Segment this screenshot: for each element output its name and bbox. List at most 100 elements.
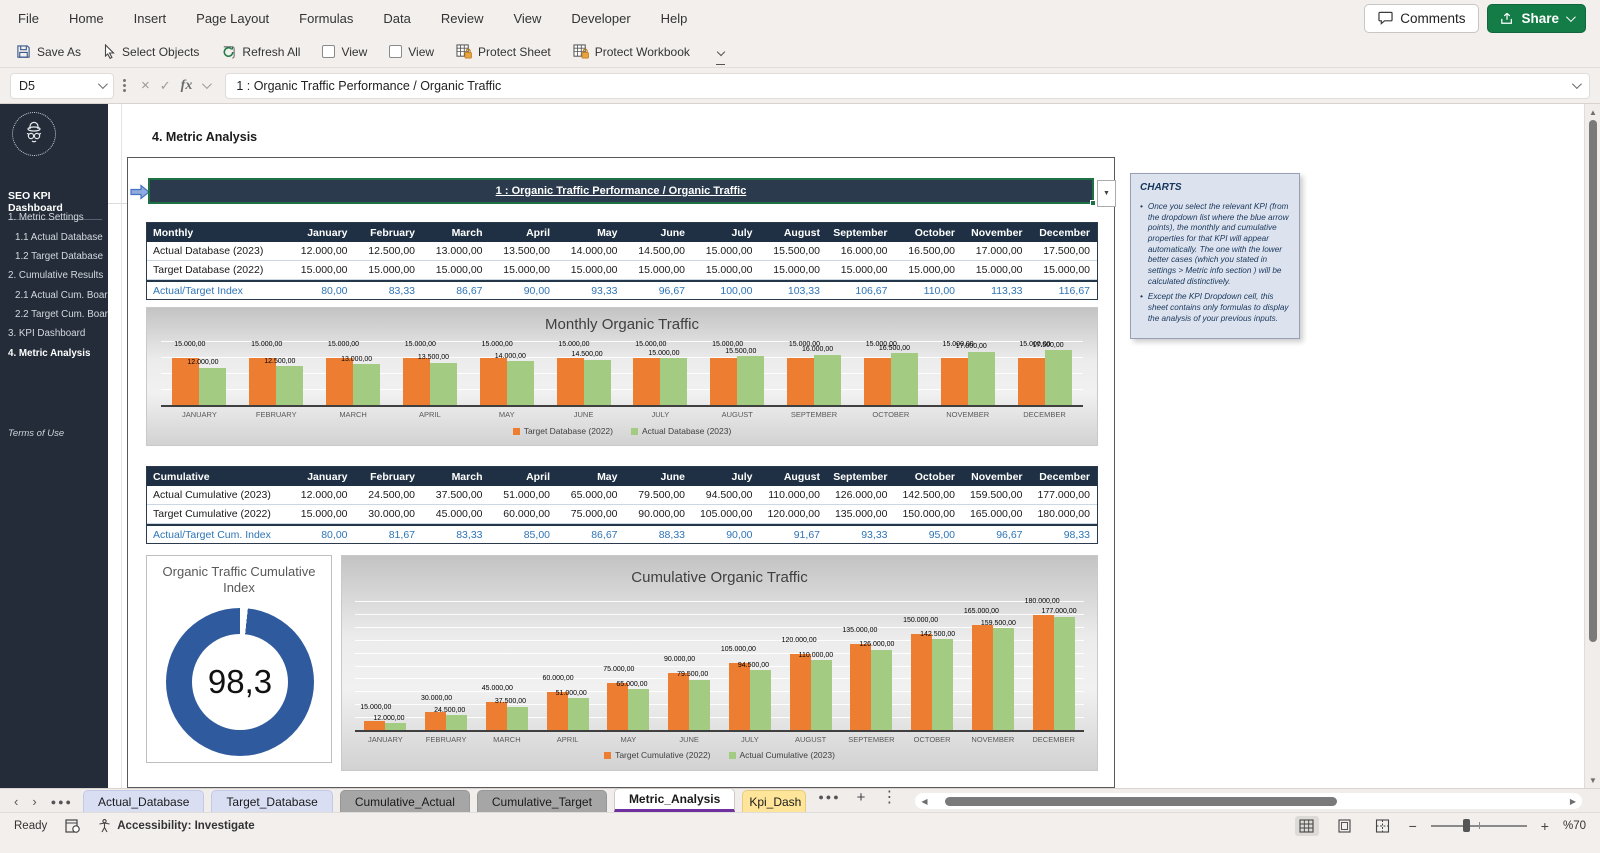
fx-chevron-icon[interactable] [202, 79, 213, 90]
value-cell[interactable]: 90.000,00 [625, 508, 693, 520]
value-cell[interactable]: 65.000,00 [557, 489, 625, 501]
value-cell[interactable]: 80,00 [287, 285, 355, 297]
value-cell[interactable]: 15.000,00 [287, 264, 355, 276]
zoom-slider-thumb[interactable] [1462, 819, 1470, 833]
zoom-in-button[interactable]: + [1541, 818, 1549, 834]
value-cell[interactable]: 15.000,00 [355, 264, 423, 276]
kpi-dropdown-arrow[interactable]: ▼ [1097, 180, 1116, 207]
month-header[interactable]: October [895, 227, 963, 239]
value-cell[interactable]: 100,00 [692, 285, 760, 297]
sidebar-item-2-cumulative-results[interactable]: 2. Cumulative Results [0, 266, 108, 285]
month-header[interactable]: January [287, 227, 355, 239]
scroll-left-icon[interactable]: ◀ [915, 797, 933, 806]
more-sheets-icon[interactable]: ●●● [818, 792, 840, 802]
month-header[interactable]: July [692, 227, 760, 239]
value-cell[interactable]: 17.000,00 [962, 245, 1030, 257]
month-header[interactable]: August [760, 471, 828, 483]
row-label[interactable]: Actual Database (2023) [147, 245, 287, 257]
value-cell[interactable]: 177.000,00 [1030, 489, 1098, 501]
month-header[interactable]: March [422, 227, 490, 239]
sidebar-item-2-1-actual-cum-board[interactable]: 2.1 Actual Cum. Board [0, 286, 113, 305]
formula-bar-expand-icon[interactable] [1571, 79, 1582, 90]
value-cell[interactable]: 12.000,00 [287, 245, 355, 257]
value-cell[interactable]: 79.500,00 [625, 489, 693, 501]
scroll-down-icon[interactable]: ▼ [1585, 772, 1600, 788]
value-cell[interactable]: 15.000,00 [692, 245, 760, 257]
month-header[interactable]: February [355, 227, 423, 239]
month-header[interactable]: December [1030, 227, 1098, 239]
save-as-button[interactable]: Save As [16, 44, 81, 59]
value-cell[interactable]: 96,67 [625, 285, 693, 297]
value-cell[interactable]: 15.000,00 [962, 264, 1030, 276]
vertical-scrollbar[interactable]: ▲ ▼ [1584, 104, 1600, 788]
value-cell[interactable]: 15.000,00 [1030, 264, 1098, 276]
month-header[interactable]: December [1030, 471, 1098, 483]
value-cell[interactable]: 14.000,00 [557, 245, 625, 257]
row-label[interactable]: Actual/Target Index [147, 285, 287, 297]
value-cell[interactable]: 120.000,00 [760, 508, 828, 520]
sidebar-item-1-metric-settings[interactable]: 1. Metric Settings [0, 208, 108, 227]
value-cell[interactable]: 16.500,00 [895, 245, 963, 257]
menu-developer[interactable]: Developer [571, 11, 630, 26]
value-cell[interactable]: 90,00 [692, 529, 760, 541]
row-label[interactable]: Target Database (2022) [147, 264, 287, 276]
value-cell[interactable]: 15.000,00 [895, 264, 963, 276]
value-cell[interactable]: 15.500,00 [760, 245, 828, 257]
sidebar-item-3-kpi-dashboard[interactable]: 3. KPI Dashboard [0, 324, 108, 343]
accessibility-status[interactable]: Accessibility: Investigate [98, 819, 255, 833]
value-cell[interactable]: 15.000,00 [625, 264, 693, 276]
value-cell[interactable]: 126.000,00 [827, 489, 895, 501]
zoom-percentage[interactable]: %70 [1563, 820, 1586, 832]
sidebar-item-1-1-actual-database[interactable]: 1.1 Actual Database [0, 227, 108, 246]
value-cell[interactable]: 15.000,00 [692, 264, 760, 276]
value-cell[interactable]: 91,67 [760, 529, 828, 541]
month-header[interactable]: April [490, 471, 558, 483]
row-label[interactable]: Actual/Target Cum. Index [147, 529, 287, 541]
month-header[interactable]: March [422, 471, 490, 483]
sidebar-item-4-metric-analysis[interactable]: 4. Metric Analysis [0, 344, 108, 363]
sheet-menu-icon[interactable]: ⋮ [881, 787, 897, 807]
value-cell[interactable]: 85,00 [490, 529, 558, 541]
enter-icon[interactable]: ✓ [160, 78, 171, 94]
value-cell[interactable]: 159.500,00 [962, 489, 1030, 501]
all-sheets-icon[interactable]: ●●● [51, 797, 73, 807]
month-header[interactable]: May [557, 227, 625, 239]
zoom-out-button[interactable]: − [1409, 818, 1417, 834]
month-header[interactable]: June [625, 471, 693, 483]
value-cell[interactable]: 80,00 [287, 529, 355, 541]
checkbox-icon[interactable] [322, 45, 336, 58]
view-checkbox-1[interactable]: View [322, 45, 367, 59]
refresh-all-button[interactable]: Refresh All [221, 44, 300, 59]
menu-data[interactable]: Data [383, 11, 410, 26]
view-checkbox-2[interactable]: View [389, 45, 434, 59]
value-cell[interactable]: 180.000,00 [1030, 508, 1098, 520]
menu-file[interactable]: File [18, 11, 39, 26]
month-header[interactable]: August [760, 227, 828, 239]
value-cell[interactable]: 165.000,00 [962, 508, 1030, 520]
cancel-icon[interactable]: × [141, 77, 150, 94]
menu-home[interactable]: Home [69, 11, 104, 26]
value-cell[interactable]: 83,33 [355, 285, 423, 297]
comments-button[interactable]: Comments [1364, 3, 1480, 33]
value-cell[interactable]: 13.000,00 [422, 245, 490, 257]
value-cell[interactable]: 15.000,00 [827, 264, 895, 276]
value-cell[interactable]: 81,67 [355, 529, 423, 541]
kpi-dropdown-cell[interactable]: 1 : Organic Traffic Performance / Organi… [148, 178, 1096, 206]
sheet-tab-actual_database[interactable]: Actual_Database [83, 790, 205, 812]
table-header-first[interactable]: Monthly [147, 227, 287, 239]
value-cell[interactable]: 37.500,00 [422, 489, 490, 501]
value-cell[interactable]: 15.000,00 [760, 264, 828, 276]
value-cell[interactable]: 13.500,00 [490, 245, 558, 257]
sidebar-item-1-2-target-database[interactable]: 1.2 Target Database [0, 247, 108, 266]
normal-view-button[interactable] [1294, 816, 1319, 836]
menu-view[interactable]: View [513, 11, 541, 26]
value-cell[interactable]: 150.000,00 [895, 508, 963, 520]
prev-sheet-icon[interactable]: ‹ [14, 795, 18, 808]
value-cell[interactable]: 116,67 [1030, 285, 1098, 297]
sheet-tab-cumulative_target[interactable]: Cumulative_Target [476, 790, 607, 812]
cumulative-chart[interactable]: Cumulative Organic Traffic 15.000,00 12.00… [341, 555, 1098, 771]
sheet-tab-kpi_dash[interactable]: Kpi_Dash [742, 790, 807, 812]
add-sheet-icon[interactable]: + [857, 789, 866, 806]
select-objects-button[interactable]: Select Objects [103, 44, 199, 59]
value-cell[interactable]: 12.000,00 [287, 489, 355, 501]
